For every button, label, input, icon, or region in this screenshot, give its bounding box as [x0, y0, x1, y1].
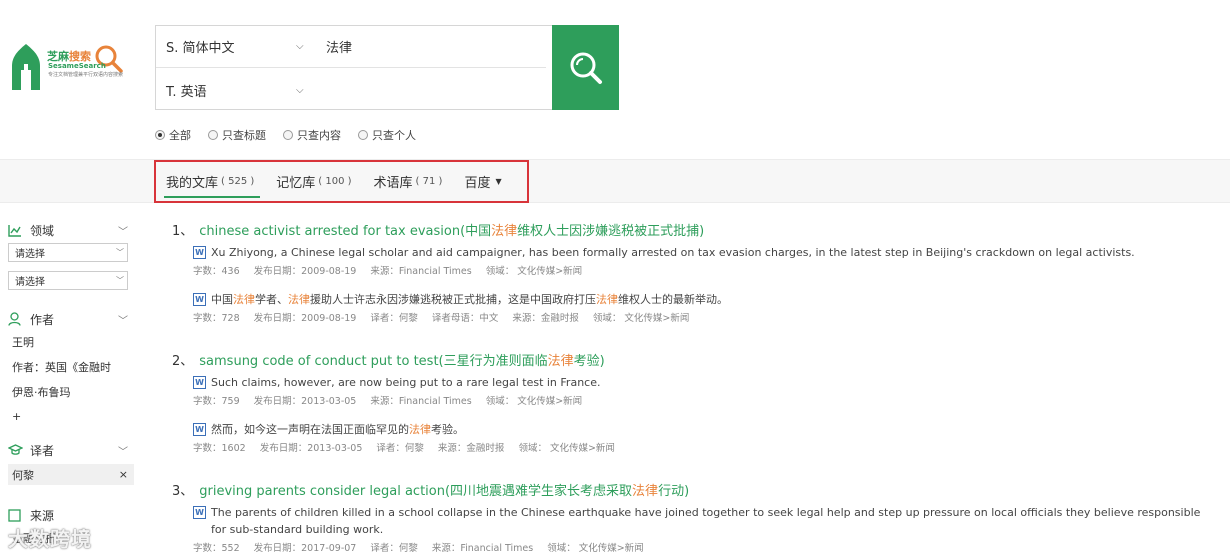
translator-chip[interactable]: 何黎 × — [8, 464, 134, 485]
result-title: 3、 grieving parents consider legal actio… — [172, 480, 1212, 499]
chevron-down-icon[interactable]: ⌵ — [296, 85, 312, 96]
search-scope: 全部 只查标题 只查内容 只查个人 — [155, 127, 416, 143]
source-language-row: S. 简体中文 ⌵ 法律 — [156, 26, 546, 68]
caret-down-icon: ▼ — [495, 177, 502, 186]
source-icon — [8, 508, 26, 522]
chevron-down-icon[interactable]: ﹀ — [118, 312, 136, 327]
user-icon — [8, 312, 26, 326]
word-doc-icon[interactable]: W — [193, 506, 206, 519]
chevron-down-icon: ﹀ — [116, 248, 124, 257]
result-title: 2、 samsung code of conduct put to test(三… — [172, 350, 1212, 369]
result-meta: 字数：436 发布日期：2009-08-19 来源：Financial Times 领… — [193, 266, 583, 277]
result-item: 1、 chinese activist arrested for tax eva… — [172, 220, 1212, 324]
author-item[interactable]: 作者：英国《金融时 — [8, 354, 136, 379]
chevron-down-icon[interactable]: ﹀ — [118, 223, 136, 238]
result-meta: 字数：728 发布日期：2009-08-19 译者：何黎 译者母语：中文 来源：金融时报… — [193, 313, 690, 324]
search-input[interactable]: 法律 — [312, 37, 352, 56]
chevron-down-icon[interactable]: ⌵ — [296, 41, 312, 52]
filter-sidebar: 领域 ﹀ 请选择 ﹀ 请选择 ﹀ 作者 ﹀ 王明 作者：英国《金融时 伊恩·布鲁玛 … — [8, 220, 136, 550]
result-meta: 字数：552 发布日期：2017-09-07 译者：何黎 来源：Financial T… — [193, 543, 644, 554]
target-language-row: T. 英语 ⌵ — [156, 69, 546, 111]
radio-icon[interactable] — [358, 130, 368, 140]
radio-icon[interactable] — [208, 130, 218, 140]
logo-brand-en: SesameSearch — [48, 62, 106, 70]
facet-author[interactable]: 作者 ﹀ — [8, 309, 136, 329]
facet-source[interactable]: 来源 — [8, 505, 136, 525]
word-doc-icon[interactable]: W — [193, 423, 206, 436]
tab-my-library[interactable]: 我的文库( 525 ) — [163, 162, 261, 201]
source-language-select[interactable]: S. 简体中文 — [156, 37, 296, 56]
facet-translator[interactable]: 译者 ﹀ — [8, 440, 136, 460]
result-english-snippet: W The parents of children killed in a sc… — [193, 504, 1212, 538]
word-doc-icon[interactable]: W — [193, 293, 206, 306]
result-meta: 字数：759 发布日期：2013-03-05 来源：Financial Times 领… — [193, 396, 583, 407]
highlight-frame: 我的文库( 525 ) 记忆库( 100 ) 术语库( 71 ) 百度 ▼ — [154, 160, 529, 203]
result-title-link[interactable]: chinese activist arrested for tax evasio… — [199, 220, 704, 239]
tab-termbase[interactable]: 术语库( 71 ) — [374, 162, 443, 201]
author-item[interactable]: 伊恩·布鲁玛 — [8, 379, 136, 404]
result-title: 1、 chinese activist arrested for tax eva… — [172, 220, 1212, 239]
tab-memory[interactable]: 记忆库( 100 ) — [276, 162, 351, 201]
result-title-link[interactable]: samsung code of conduct put to test(三星行为… — [199, 350, 604, 369]
author-item[interactable]: 王明 — [8, 329, 136, 354]
chevron-down-icon[interactable]: ﹀ — [118, 443, 136, 458]
logo[interactable]: 芝麻搜索 SesameSearch 专注文档管理兼平行双语内容搜索 — [8, 38, 130, 94]
scope-all[interactable]: 全部 — [155, 127, 191, 143]
search-icon — [570, 52, 602, 84]
author-more-button[interactable]: + — [8, 404, 136, 429]
chart-icon — [8, 224, 26, 237]
mosque-logo-icon — [12, 44, 40, 90]
result-item: 2、 samsung code of conduct put to test(三… — [172, 350, 1212, 454]
tab-baidu[interactable]: 百度 ▼ — [464, 162, 501, 201]
search-box: S. 简体中文 ⌵ 法律 T. 英语 ⌵ — [155, 25, 553, 110]
search-button[interactable] — [552, 25, 619, 110]
result-meta: 字数：1602 发布日期：2013-03-05 译者：何黎 来源：金融时报 领域： 文化… — [193, 443, 615, 454]
domain-select-1[interactable]: 请选择 ﹀ — [8, 243, 128, 262]
facet-domain[interactable]: 领域 ﹀ — [8, 220, 136, 240]
word-doc-icon[interactable]: W — [193, 376, 206, 389]
watermark: 大数跨境 — [8, 527, 92, 551]
scope-title-only[interactable]: 只查标题 — [208, 127, 266, 143]
logo-tagline: 专注文档管理兼平行双语内容搜索 — [48, 72, 124, 78]
target-language-select[interactable]: T. 英语 — [156, 81, 296, 100]
scope-content-only[interactable]: 只查内容 — [283, 127, 341, 143]
radio-icon[interactable] — [283, 130, 293, 140]
scope-personal-only[interactable]: 只查个人 — [358, 127, 416, 143]
close-icon[interactable]: × — [119, 468, 128, 481]
chevron-down-icon: ﹀ — [116, 276, 124, 285]
result-chinese-snippet: W 然而，如今这一声明在法国正面临罕见的法律考验。 — [193, 421, 1212, 438]
radio-icon[interactable] — [155, 130, 165, 140]
result-chinese-snippet: W 中国法律学者、法律援助人士许志永因涉嫌逃税被正式批捕，这是中国政府打压法律维… — [193, 291, 1212, 308]
word-doc-icon[interactable]: W — [193, 246, 206, 259]
domain-select-2[interactable]: 请选择 ﹀ — [8, 271, 128, 290]
graduation-cap-icon — [8, 444, 26, 456]
result-english-snippet: W Such claims, however, are now being pu… — [193, 374, 1212, 391]
result-item: 3、 grieving parents consider legal actio… — [172, 480, 1212, 554]
result-title-link[interactable]: grieving parents consider legal action(四… — [199, 480, 689, 499]
result-english-snippet: W Xu Zhiyong, a Chinese legal scholar an… — [193, 244, 1212, 261]
